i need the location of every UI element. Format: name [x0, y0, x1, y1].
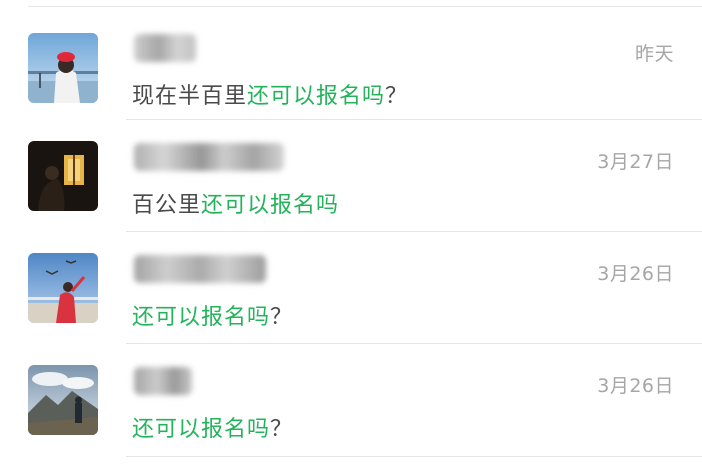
conversation-item[interactable]: 昨天 现在半百里还可以报名吗？: [0, 6, 702, 118]
message-text: 现在半百里: [132, 84, 248, 109]
avatar[interactable]: [28, 141, 98, 211]
message-highlight: 还可以报名吗: [132, 305, 271, 330]
message-text: 百公里: [132, 193, 202, 218]
conversation-list: 昨天 现在半百里还可以报名吗？ 3月27日 百公里还可以报名吗 3月26日 还可…: [0, 0, 702, 474]
message-date: 3月26日: [597, 263, 674, 285]
avatar-photo-seagull-beach-icon: [28, 253, 98, 323]
message-date: 3月26日: [597, 375, 674, 397]
message-highlight: 还可以报名吗: [132, 417, 271, 442]
contact-name-blurred: [134, 34, 196, 62]
contact-name-blurred: [134, 143, 284, 171]
avatar[interactable]: [28, 365, 98, 435]
message-preview: 还可以报名吗？: [132, 411, 293, 443]
conversation-item[interactable]: 3月26日 还可以报名吗？: [0, 231, 702, 343]
message-text-suffix: ？: [270, 417, 294, 442]
message-text-suffix: ？: [270, 305, 294, 330]
conversation-item[interactable]: 3月27日 百公里还可以报名吗: [0, 119, 702, 231]
contact-name-blurred: [134, 367, 192, 395]
avatar-photo-person-red-hat-icon: [28, 33, 98, 103]
message-preview: 还可以报名吗？: [132, 299, 293, 331]
message-preview: 现在半百里还可以报名吗？: [132, 78, 408, 110]
message-date: 3月27日: [597, 151, 674, 173]
conversation-item[interactable]: 3月26日 还可以报名吗？: [0, 343, 702, 455]
message-highlight: 还可以报名吗: [247, 84, 386, 109]
avatar[interactable]: [28, 33, 98, 103]
message-text-suffix: ？: [385, 84, 409, 109]
message-highlight: 还可以报名吗: [201, 193, 340, 218]
avatar-photo-window-light-icon: [28, 141, 98, 211]
divider: [126, 456, 702, 457]
message-preview: 百公里还可以报名吗: [132, 187, 339, 219]
avatar-photo-mountain-person-icon: [28, 365, 98, 435]
message-date: 昨天: [634, 43, 674, 65]
contact-name-blurred: [134, 255, 266, 283]
avatar[interactable]: [28, 253, 98, 323]
